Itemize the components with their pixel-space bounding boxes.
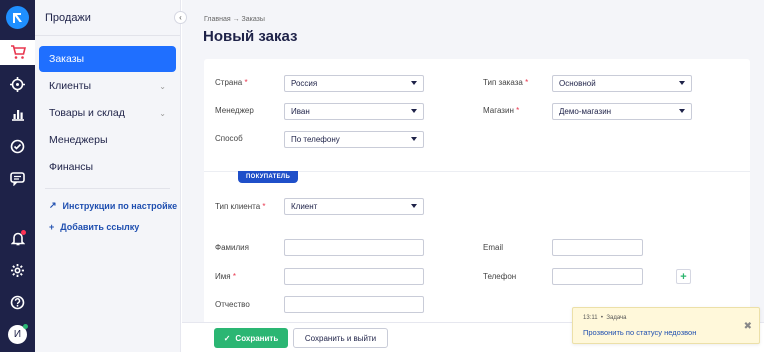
setup-instructions-link[interactable]: ↗ Инструкции по настройке xyxy=(49,200,177,211)
order-type-select[interactable]: Основной xyxy=(552,75,692,92)
sidebar-item-label: Клиенты xyxy=(49,80,92,92)
caret-down-icon xyxy=(411,109,417,113)
chart-icon[interactable] xyxy=(7,104,28,125)
phone-field[interactable] xyxy=(552,268,643,285)
notification-text[interactable]: Прозвонить по статусу недозвон xyxy=(583,328,696,337)
country-label: Страна * xyxy=(215,78,248,87)
save-and-exit-button[interactable]: Сохранить и выйти xyxy=(293,328,388,348)
caret-down-icon xyxy=(411,137,417,141)
help-icon[interactable] xyxy=(7,292,28,313)
cart-icon[interactable] xyxy=(0,40,35,65)
phone-label: Телефон xyxy=(483,272,517,281)
online-status-dot xyxy=(23,324,28,329)
caret-down-icon xyxy=(411,81,417,85)
plus-icon: + xyxy=(680,270,687,283)
chevron-left-icon: ‹ xyxy=(179,13,182,22)
caret-down-icon xyxy=(679,81,685,85)
shop-select[interactable]: Демо-магазин xyxy=(552,103,692,120)
caret-down-icon xyxy=(411,204,417,208)
target-icon[interactable] xyxy=(7,74,28,95)
email-label: Email xyxy=(483,243,504,252)
chevron-down-icon: ⌄ xyxy=(159,81,166,91)
chat-icon[interactable] xyxy=(7,168,28,189)
shop-label: Магазин * xyxy=(483,106,520,115)
country-select[interactable]: Россия xyxy=(284,75,424,92)
page-title: Новый заказ xyxy=(203,28,298,45)
customer-section-badge: ПОКУПАТЕЛЬ xyxy=(238,171,299,183)
gear-icon[interactable] xyxy=(7,260,28,281)
order-type-label: Тип заказа * xyxy=(483,78,529,87)
app-rail: И xyxy=(0,0,35,352)
check-icon: ✓ xyxy=(223,333,231,343)
method-label: Способ xyxy=(215,134,243,143)
sidebar-item-orders[interactable]: Заказы xyxy=(39,46,176,72)
last-name-field[interactable] xyxy=(284,239,424,256)
sidebar-item-label: Товары и склад xyxy=(49,107,125,119)
add-phone-button[interactable]: + xyxy=(676,269,691,284)
patronymic-label: Отчество xyxy=(215,300,250,309)
save-button[interactable]: ✓ Сохранить xyxy=(214,328,288,348)
collapse-sidebar-button[interactable]: ‹ xyxy=(174,11,187,24)
sidebar-title: Продажи xyxy=(45,12,91,24)
client-type-label: Тип клиента * xyxy=(215,202,266,211)
sidebar-item-label: Менеджеры xyxy=(49,134,108,146)
sidebar-item-label: Финансы xyxy=(49,161,94,173)
chevron-down-icon: ⌄ xyxy=(159,108,166,118)
notification-meta: 13:11 • Задача xyxy=(583,315,627,321)
sidebar-item-managers[interactable]: Менеджеры xyxy=(39,127,176,153)
sidebar-item-clients[interactable]: Клиенты ⌄ xyxy=(39,73,176,99)
sidebar-item-products[interactable]: Товары и склад ⌄ xyxy=(39,100,176,126)
manager-label: Менеджер xyxy=(215,106,254,115)
task-notification[interactable]: 13:11 • Задача Прозвонить по статусу нед… xyxy=(572,307,760,344)
manager-select[interactable]: Иван xyxy=(284,103,424,120)
client-type-select[interactable]: Клиент xyxy=(284,198,424,215)
divider xyxy=(45,188,170,189)
breadcrumb[interactable]: Главная → Заказы xyxy=(204,16,265,23)
sidebar: Продажи Заказы Клиенты ⌄ Товары и склад … xyxy=(35,0,181,352)
method-select[interactable]: По телефону xyxy=(284,131,424,148)
last-name-label: Фамилия xyxy=(215,243,249,252)
first-name-field[interactable] xyxy=(284,268,424,285)
main-content: Главная → Заказы Новый заказ ПОКУПАТЕЛЬ xyxy=(182,0,764,352)
notification-dot xyxy=(21,230,26,235)
check-circle-icon[interactable] xyxy=(7,136,28,157)
email-field[interactable] xyxy=(552,239,643,256)
sidebar-item-finance[interactable]: Финансы xyxy=(39,154,176,180)
sidebar-item-label: Заказы xyxy=(49,53,85,65)
patronymic-field[interactable] xyxy=(284,296,424,313)
add-link-button[interactable]: + Добавить ссылку xyxy=(49,222,139,232)
app-logo-icon[interactable] xyxy=(6,6,29,29)
first-name-label: Имя * xyxy=(215,272,236,281)
caret-down-icon xyxy=(679,109,685,113)
divider xyxy=(35,35,180,36)
plus-icon: + xyxy=(49,222,55,232)
close-icon[interactable]: ✖ xyxy=(744,321,752,332)
external-link-icon: ↗ xyxy=(49,200,57,210)
